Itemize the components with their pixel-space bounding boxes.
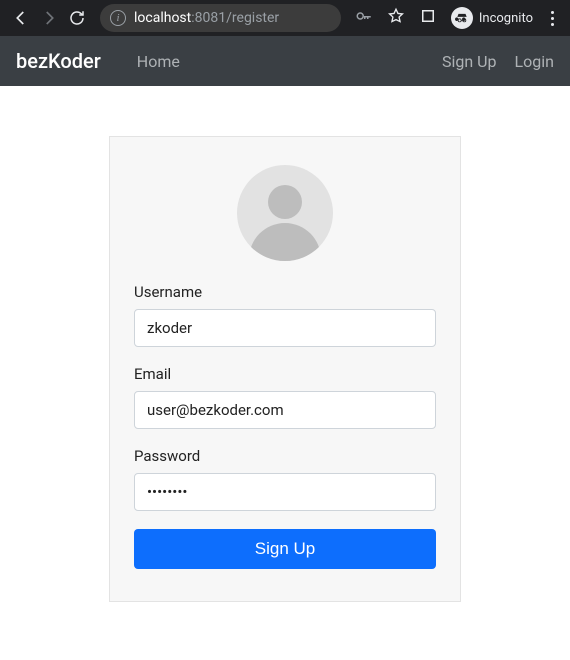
- site-info-icon[interactable]: i: [110, 10, 126, 26]
- browser-menu-icon[interactable]: [547, 11, 558, 26]
- nav-link-signup[interactable]: Sign Up: [442, 52, 497, 71]
- password-label: Password: [134, 447, 436, 465]
- bookmark-star-icon[interactable]: [387, 7, 405, 29]
- username-group: Username: [134, 283, 436, 347]
- extensions-icon[interactable]: [419, 7, 437, 29]
- url-port: :8081: [191, 10, 226, 26]
- incognito-label: Incognito: [479, 11, 533, 26]
- url-path: /register: [226, 10, 279, 26]
- username-input[interactable]: [134, 309, 436, 347]
- reload-icon[interactable]: [68, 9, 86, 27]
- browser-right-icons: Incognito: [349, 7, 564, 29]
- forward-icon[interactable]: [40, 9, 58, 27]
- nav-link-login[interactable]: Login: [515, 52, 554, 71]
- incognito-icon: [451, 7, 473, 29]
- url-host: localhost: [134, 10, 191, 26]
- register-card: Username Email Password Sign Up: [109, 136, 461, 602]
- back-icon[interactable]: [12, 9, 30, 27]
- password-group: Password: [134, 447, 436, 511]
- avatar-placeholder-icon: [237, 165, 333, 261]
- signup-button[interactable]: Sign Up: [134, 529, 436, 569]
- username-label: Username: [134, 283, 436, 301]
- browser-chrome-bar: i localhost:8081/register Incognito: [0, 0, 570, 36]
- nav-link-home[interactable]: Home: [137, 52, 180, 71]
- navbar-right: Sign Up Login: [442, 52, 554, 71]
- app-navbar: bezKoder Home Sign Up Login: [0, 36, 570, 86]
- nav-controls: [6, 9, 92, 27]
- email-input[interactable]: [134, 391, 436, 429]
- page-content: Username Email Password Sign Up: [0, 86, 570, 602]
- avatar-wrap: [134, 165, 436, 261]
- email-group: Email: [134, 365, 436, 429]
- navbar-brand[interactable]: bezKoder: [16, 49, 101, 73]
- navbar-left: bezKoder Home: [16, 49, 442, 73]
- password-input[interactable]: [134, 473, 436, 511]
- address-bar[interactable]: i localhost:8081/register: [100, 4, 341, 32]
- incognito-indicator[interactable]: Incognito: [451, 7, 533, 29]
- url-text: localhost:8081/register: [134, 10, 279, 26]
- password-key-icon[interactable]: [355, 7, 373, 29]
- email-label: Email: [134, 365, 436, 383]
